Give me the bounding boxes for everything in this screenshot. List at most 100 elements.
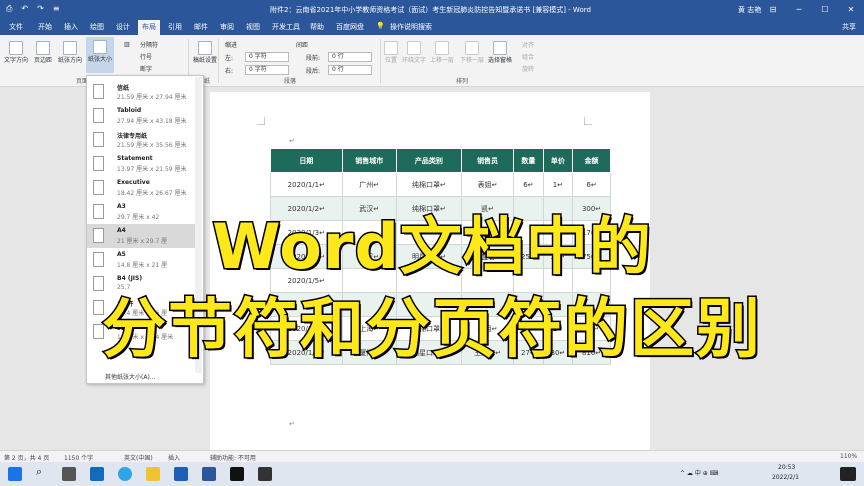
table-cell[interactable]: 表姐↵ <box>461 172 515 197</box>
system-tray[interactable]: ^ ☁ 中 ⊕ ⌨ <box>680 468 718 477</box>
spacing-before-label: 段前: <box>306 55 321 62</box>
task-view-icon[interactable] <box>62 467 76 481</box>
tab-baidu-netdisk[interactable]: 百度网盘 <box>336 22 364 32</box>
accessibility-status[interactable]: 辅助功能: 不可用 <box>210 453 256 462</box>
tab-layout[interactable]: 布局 <box>138 20 160 35</box>
save-icon[interactable]: ⎙ <box>6 4 12 14</box>
tab-review[interactable]: 审阅 <box>220 22 234 32</box>
header-cell[interactable]: 销售员 <box>461 148 515 173</box>
paper-size-option[interactable]: 信纸 21.59 厘米 x 27.94 厘米 <box>87 80 197 104</box>
clock-date[interactable]: 2022/2/1 <box>772 474 799 481</box>
user-name[interactable]: 黄 志艳 <box>738 5 761 15</box>
tab-help[interactable]: 帮助 <box>310 22 324 32</box>
send-backward-button[interactable]: 下移一层 <box>460 41 484 64</box>
position-icon <box>384 41 398 55</box>
mail-icon[interactable] <box>174 467 188 481</box>
table-cell[interactable]: 广州↵ <box>341 172 397 197</box>
zoom-level[interactable]: 110% <box>840 453 857 460</box>
wrap-text-button[interactable]: 环绕文字 <box>402 41 426 64</box>
customize-icon[interactable]: ≡ <box>53 4 60 14</box>
table-cell[interactable]: 纯棉口罩↵ <box>395 172 463 197</box>
app-tray-icon[interactable] <box>840 467 856 481</box>
maximize-button[interactable]: ☐ <box>812 0 838 18</box>
size-button[interactable]: 纸张大小 <box>86 37 115 73</box>
header-cell[interactable]: 产品类别 <box>395 148 463 173</box>
selection-pane-button[interactable]: 选择窗格 <box>488 41 512 64</box>
spacing-label: 间距 <box>296 42 309 49</box>
paragraph-mark: ↵ <box>289 137 295 145</box>
tab-view[interactable]: 视图 <box>246 22 260 32</box>
tab-mailings[interactable]: 邮件 <box>194 22 208 32</box>
group-menu[interactable]: 组合 <box>522 52 534 61</box>
widgets-icon[interactable] <box>90 467 104 481</box>
search-icon[interactable]: ⌕ <box>36 465 42 479</box>
edge-icon[interactable] <box>118 467 132 481</box>
table-cell[interactable]: 2020/1/1↵ <box>270 172 343 197</box>
columns-icon[interactable]: ▥ <box>124 41 130 48</box>
group-paragraph-label: 段落 <box>284 78 297 85</box>
paper-size-option[interactable]: Tabloid 27.94 厘米 x 43.18 厘米 <box>87 104 197 128</box>
paper-size-name: Tabloid <box>117 107 142 114</box>
title-bar: ⎙ ↶ ↷ ≡ 附件2：云南省2021年中小学教师资格考试（面试）考生新冠肺炎防… <box>0 0 864 18</box>
tab-file[interactable]: 文件 <box>9 22 23 32</box>
minimize-button[interactable]: ─ <box>786 0 812 18</box>
page-count[interactable]: 第 2 页，共 4 页 <box>4 453 49 462</box>
spacing-after-input[interactable]: 0 行 <box>328 65 372 75</box>
insert-mode[interactable]: 插入 <box>168 453 180 462</box>
send-backward-icon <box>465 41 479 55</box>
crop-mark-top-right <box>584 117 592 125</box>
paper-size-dimensions: 13.97 厘米 x 21.59 厘米 <box>117 166 187 173</box>
margins-icon <box>36 41 50 55</box>
orientation-button[interactable]: 纸张方向 <box>58 41 82 64</box>
language[interactable]: 英文(中国) <box>124 453 153 462</box>
table-cell[interactable]: 1↵ <box>542 172 574 197</box>
redo-icon[interactable]: ↷ <box>37 4 44 14</box>
tell-me-search[interactable]: 操作说明搜索 <box>390 22 432 32</box>
hyphenation-menu[interactable]: 断字 <box>140 64 152 73</box>
align-menu[interactable]: 对齐 <box>522 40 534 49</box>
table-cell[interactable]: 6↵ <box>572 172 611 197</box>
file-explorer-icon[interactable] <box>146 467 160 481</box>
indent-left-label: 左: <box>225 55 234 62</box>
text-direction-button[interactable]: 文字方向 <box>4 41 28 64</box>
tab-references[interactable]: 引用 <box>168 22 182 32</box>
header-cell[interactable]: 销售城市 <box>341 148 397 173</box>
word-count[interactable]: 1150 个字 <box>64 453 93 462</box>
word-icon[interactable] <box>202 467 216 481</box>
header-cell[interactable]: 数量 <box>513 148 544 173</box>
line-numbers-menu[interactable]: 行号 <box>140 52 152 61</box>
margins-button[interactable]: 页边距 <box>34 41 52 64</box>
table-cell[interactable]: 6↵ <box>513 172 544 197</box>
header-cell[interactable]: 单价 <box>542 148 574 173</box>
spacing-before-input[interactable]: 0 行 <box>328 52 372 62</box>
tab-home[interactable]: 开始 <box>38 22 52 32</box>
undo-icon[interactable]: ↶ <box>21 4 28 14</box>
selection-pane-icon <box>493 41 507 55</box>
caption-line-2: 分节符和分页符的区别 <box>101 292 762 369</box>
app-icon[interactable] <box>258 467 272 481</box>
capcut-icon[interactable] <box>230 467 244 481</box>
clock-time[interactable]: 20:53 <box>778 464 795 471</box>
draft-settings-button[interactable]: 稿纸设置 <box>193 41 217 64</box>
paper-size-option[interactable]: 法律专用纸 21.59 厘米 x 35.56 厘米 <box>87 128 197 152</box>
tab-draw[interactable]: 绘图 <box>90 22 104 32</box>
bring-forward-icon <box>435 41 449 55</box>
paper-size-option[interactable]: Statement 13.97 厘米 x 21.59 厘米 <box>87 152 197 176</box>
header-cell[interactable]: 金额 <box>572 148 611 173</box>
breaks-menu[interactable]: 分隔符 <box>140 40 158 49</box>
close-button[interactable]: ✕ <box>838 0 864 18</box>
ribbon-display-icon[interactable]: ⊟ <box>760 0 786 18</box>
position-button[interactable]: 位置 <box>384 41 398 64</box>
indent-right-input[interactable]: 0 字符 <box>245 65 289 75</box>
windows-start-icon[interactable] <box>8 467 22 481</box>
share-button[interactable]: 共享 <box>842 22 856 32</box>
more-paper-sizes-link[interactable]: 其他纸张大小(A)... <box>105 372 156 381</box>
lightbulb-icon: 💡 <box>376 22 385 30</box>
header-cell[interactable]: 日期 <box>270 148 343 173</box>
indent-left-input[interactable]: 0 字符 <box>245 52 289 62</box>
rotate-menu[interactable]: 旋转 <box>522 64 534 73</box>
tab-design[interactable]: 设计 <box>116 22 130 32</box>
tab-developer[interactable]: 开发工具 <box>272 22 300 32</box>
bring-forward-button[interactable]: 上移一层 <box>430 41 454 64</box>
tab-insert[interactable]: 插入 <box>64 22 78 32</box>
